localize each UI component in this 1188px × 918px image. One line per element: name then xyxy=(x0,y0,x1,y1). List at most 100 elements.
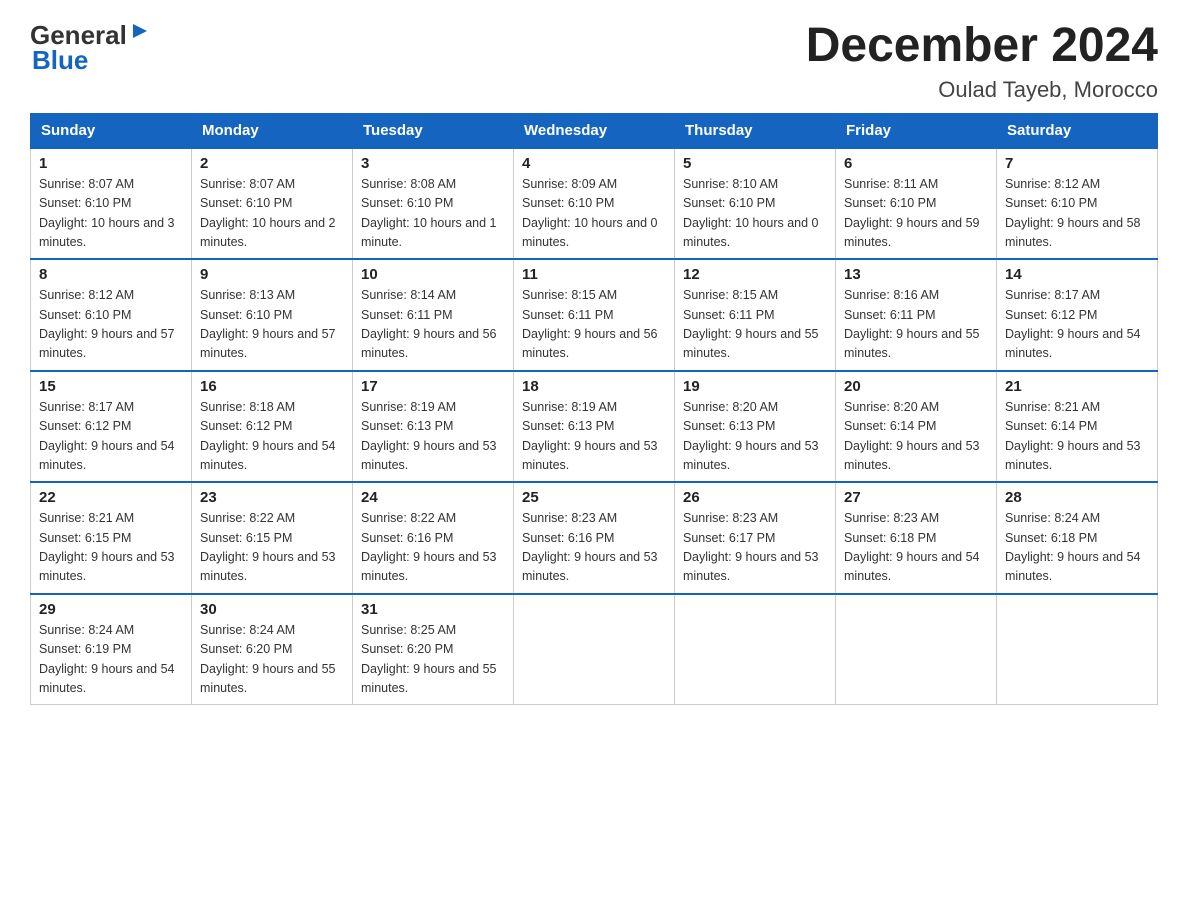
day-cell: 25 Sunrise: 8:23 AMSunset: 6:16 PMDayligh… xyxy=(514,482,675,594)
day-info: Sunrise: 8:24 AMSunset: 6:20 PMDaylight:… xyxy=(200,621,344,699)
day-number: 25 xyxy=(522,489,666,506)
day-cell: 10 Sunrise: 8:14 AMSunset: 6:11 PMDayligh… xyxy=(353,259,514,371)
day-number: 29 xyxy=(39,601,183,618)
day-info: Sunrise: 8:22 AMSunset: 6:15 PMDaylight:… xyxy=(200,509,344,587)
day-cell: 4 Sunrise: 8:09 AMSunset: 6:10 PMDaylight… xyxy=(514,148,675,260)
day-cell: 5Sunrise: 8:10 AMSunset: 6:10 PMDaylight… xyxy=(675,148,836,260)
day-cell: 9Sunrise: 8:13 AMSunset: 6:10 PMDaylight… xyxy=(192,259,353,371)
day-number: 28 xyxy=(1005,489,1149,506)
day-info: Sunrise: 8:19 AMSunset: 6:13 PMDaylight:… xyxy=(522,398,666,476)
day-number: 30 xyxy=(200,601,344,618)
logo: General Blue xyxy=(30,20,151,76)
day-number: 22 xyxy=(39,489,183,506)
day-cell xyxy=(514,594,675,705)
day-cell: 30 Sunrise: 8:24 AMSunset: 6:20 PMDayligh… xyxy=(192,594,353,705)
day-number: 6 xyxy=(844,155,988,172)
day-info: Sunrise: 8:12 AMSunset: 6:10 PMDaylight:… xyxy=(39,286,183,364)
title-block: December 2024 Oulad Tayeb, Morocco xyxy=(806,20,1158,103)
calendar-body: 1 Sunrise: 8:07 AMSunset: 6:10 PMDaylight… xyxy=(31,148,1158,705)
day-number: 17 xyxy=(361,378,505,395)
week-row-5: 29 Sunrise: 8:24 AMSunset: 6:19 PMDayligh… xyxy=(31,594,1158,705)
day-info: Sunrise: 8:07 AMSunset: 6:10 PMDaylight:… xyxy=(200,175,344,253)
day-info: Sunrise: 8:14 AMSunset: 6:11 PMDaylight:… xyxy=(361,286,505,364)
header-row: SundayMondayTuesdayWednesdayThursdayFrid… xyxy=(31,113,1158,148)
calendar-table: SundayMondayTuesdayWednesdayThursdayFrid… xyxy=(30,113,1158,706)
header-saturday: Saturday xyxy=(997,113,1158,148)
day-cell xyxy=(675,594,836,705)
day-number: 8 xyxy=(39,266,183,283)
logo-text-blue: Blue xyxy=(32,45,88,76)
day-cell: 13 Sunrise: 8:16 AMSunset: 6:11 PMDayligh… xyxy=(836,259,997,371)
day-cell: 3 Sunrise: 8:08 AMSunset: 6:10 PMDaylight… xyxy=(353,148,514,260)
day-number: 3 xyxy=(361,155,505,172)
day-number: 23 xyxy=(200,489,344,506)
logo-icon: General Blue xyxy=(30,20,151,76)
day-info: Sunrise: 8:10 AMSunset: 6:10 PMDaylight:… xyxy=(683,175,827,253)
day-cell: 17Sunrise: 8:19 AMSunset: 6:13 PMDayligh… xyxy=(353,371,514,483)
day-cell: 1 Sunrise: 8:07 AMSunset: 6:10 PMDaylight… xyxy=(31,148,192,260)
day-number: 1 xyxy=(39,155,183,172)
header-tuesday: Tuesday xyxy=(353,113,514,148)
day-info: Sunrise: 8:21 AMSunset: 6:14 PMDaylight:… xyxy=(1005,398,1149,476)
day-cell: 15Sunrise: 8:17 AMSunset: 6:12 PMDayligh… xyxy=(31,371,192,483)
week-row-3: 15Sunrise: 8:17 AMSunset: 6:12 PMDayligh… xyxy=(31,371,1158,483)
header-monday: Monday xyxy=(192,113,353,148)
day-info: Sunrise: 8:17 AMSunset: 6:12 PMDaylight:… xyxy=(1005,286,1149,364)
day-cell: 2 Sunrise: 8:07 AMSunset: 6:10 PMDaylight… xyxy=(192,148,353,260)
day-cell: 14 Sunrise: 8:17 AMSunset: 6:12 PMDayligh… xyxy=(997,259,1158,371)
day-info: Sunrise: 8:11 AMSunset: 6:10 PMDaylight:… xyxy=(844,175,988,253)
day-info: Sunrise: 8:24 AMSunset: 6:18 PMDaylight:… xyxy=(1005,509,1149,587)
day-cell: 19Sunrise: 8:20 AMSunset: 6:13 PMDayligh… xyxy=(675,371,836,483)
day-cell: 22Sunrise: 8:21 AMSunset: 6:15 PMDayligh… xyxy=(31,482,192,594)
day-cell xyxy=(836,594,997,705)
day-cell: 18 Sunrise: 8:19 AMSunset: 6:13 PMDayligh… xyxy=(514,371,675,483)
day-info: Sunrise: 8:17 AMSunset: 6:12 PMDaylight:… xyxy=(39,398,183,476)
day-cell: 6 Sunrise: 8:11 AMSunset: 6:10 PMDaylight… xyxy=(836,148,997,260)
page-header: General Blue December 2024 Oulad Tayeb, … xyxy=(30,20,1158,103)
day-number: 14 xyxy=(1005,266,1149,283)
day-info: Sunrise: 8:15 AMSunset: 6:11 PMDaylight:… xyxy=(683,286,827,364)
header-thursday: Thursday xyxy=(675,113,836,148)
day-info: Sunrise: 8:22 AMSunset: 6:16 PMDaylight:… xyxy=(361,509,505,587)
day-info: Sunrise: 8:07 AMSunset: 6:10 PMDaylight:… xyxy=(39,175,183,253)
day-info: Sunrise: 8:16 AMSunset: 6:11 PMDaylight:… xyxy=(844,286,988,364)
day-info: Sunrise: 8:23 AMSunset: 6:16 PMDaylight:… xyxy=(522,509,666,587)
day-number: 2 xyxy=(200,155,344,172)
day-info: Sunrise: 8:08 AMSunset: 6:10 PMDaylight:… xyxy=(361,175,505,253)
day-cell: 24 Sunrise: 8:22 AMSunset: 6:16 PMDayligh… xyxy=(353,482,514,594)
header-sunday: Sunday xyxy=(31,113,192,148)
day-cell: 23 Sunrise: 8:22 AMSunset: 6:15 PMDayligh… xyxy=(192,482,353,594)
day-info: Sunrise: 8:20 AMSunset: 6:14 PMDaylight:… xyxy=(844,398,988,476)
week-row-1: 1 Sunrise: 8:07 AMSunset: 6:10 PMDaylight… xyxy=(31,148,1158,260)
month-title: December 2024 xyxy=(806,20,1158,73)
day-number: 13 xyxy=(844,266,988,283)
day-info: Sunrise: 8:23 AMSunset: 6:17 PMDaylight:… xyxy=(683,509,827,587)
header-wednesday: Wednesday xyxy=(514,113,675,148)
day-number: 12 xyxy=(683,266,827,283)
day-number: 19 xyxy=(683,378,827,395)
day-info: Sunrise: 8:23 AMSunset: 6:18 PMDaylight:… xyxy=(844,509,988,587)
week-row-2: 8 Sunrise: 8:12 AMSunset: 6:10 PMDaylight… xyxy=(31,259,1158,371)
day-number: 27 xyxy=(844,489,988,506)
day-cell: 26 Sunrise: 8:23 AMSunset: 6:17 PMDayligh… xyxy=(675,482,836,594)
day-info: Sunrise: 8:12 AMSunset: 6:10 PMDaylight:… xyxy=(1005,175,1149,253)
day-number: 20 xyxy=(844,378,988,395)
day-number: 26 xyxy=(683,489,827,506)
day-cell: 27 Sunrise: 8:23 AMSunset: 6:18 PMDayligh… xyxy=(836,482,997,594)
day-number: 9 xyxy=(200,266,344,283)
day-number: 24 xyxy=(361,489,505,506)
day-number: 4 xyxy=(522,155,666,172)
logo-arrow-icon xyxy=(129,20,151,42)
day-info: Sunrise: 8:24 AMSunset: 6:19 PMDaylight:… xyxy=(39,621,183,699)
day-info: Sunrise: 8:09 AMSunset: 6:10 PMDaylight:… xyxy=(522,175,666,253)
day-number: 31 xyxy=(361,601,505,618)
day-number: 10 xyxy=(361,266,505,283)
day-number: 21 xyxy=(1005,378,1149,395)
day-cell: 8 Sunrise: 8:12 AMSunset: 6:10 PMDaylight… xyxy=(31,259,192,371)
day-cell: 16Sunrise: 8:18 AMSunset: 6:12 PMDayligh… xyxy=(192,371,353,483)
day-info: Sunrise: 8:18 AMSunset: 6:12 PMDaylight:… xyxy=(200,398,344,476)
calendar-header: SundayMondayTuesdayWednesdayThursdayFrid… xyxy=(31,113,1158,148)
day-number: 18 xyxy=(522,378,666,395)
day-info: Sunrise: 8:15 AMSunset: 6:11 PMDaylight:… xyxy=(522,286,666,364)
day-cell: 28 Sunrise: 8:24 AMSunset: 6:18 PMDayligh… xyxy=(997,482,1158,594)
